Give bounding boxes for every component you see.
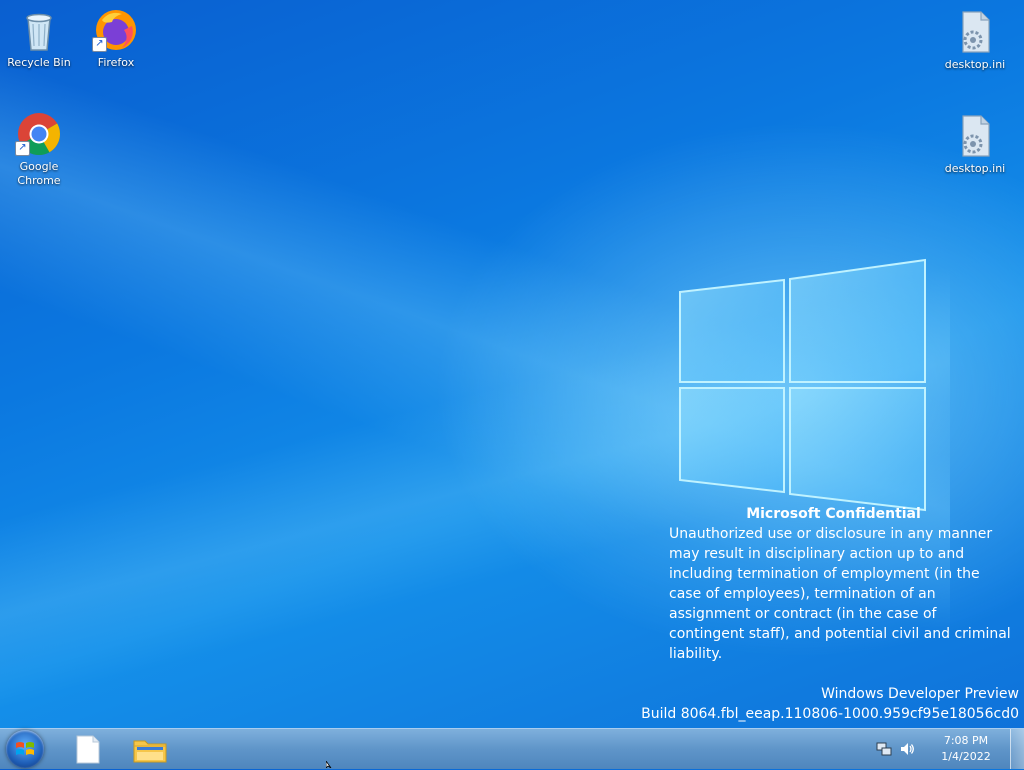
firefox-icon: ↗ (92, 6, 140, 54)
file-explorer-icon (133, 740, 167, 763)
desktop-icon-recycle-bin[interactable]: Recycle Bin (1, 6, 77, 70)
recycle-bin-icon (15, 6, 63, 54)
clock-time: 7:08 PM (943, 734, 989, 747)
desktop-icon-label: Recycle Bin (7, 56, 71, 69)
confidential-body: Unauthorized use or disclosure in any ma… (669, 526, 1011, 662)
confidential-notice: Microsoft Confidential Unauthorized use … (669, 504, 1014, 664)
volume-icon[interactable] (899, 741, 915, 757)
mouse-cursor-icon (326, 761, 332, 768)
windows-logo-wallpaper (679, 258, 926, 512)
desktop-icon-desktop-ini[interactable]: desktop.ini (937, 112, 1013, 176)
build-label: Build 8064.fbl_eeap.110806-1000.959cf95e… (641, 706, 1019, 722)
taskbar-clock[interactable]: 7:08 PM 1/4/2022 (934, 733, 998, 765)
shortcut-arrow-icon: ↗ (92, 37, 107, 52)
desktop-icon-label: desktop.ini (944, 162, 1006, 175)
settings-file-icon (951, 112, 999, 160)
settings-file-icon (951, 8, 999, 56)
document-icon (76, 735, 100, 764)
desktop-icon-firefox[interactable]: ↗ Firefox (78, 6, 154, 70)
build-watermark: Windows Developer Preview Build 8064.fbl… (641, 684, 1019, 724)
clock-date: 1/4/2022 (941, 750, 991, 763)
desktop-icon-label: desktop.ini (944, 58, 1006, 71)
taskbar: 7:08 PM 1/4/2022 (0, 728, 1024, 769)
edition-label: Windows Developer Preview (821, 686, 1019, 702)
desktop-icon-label: Firefox (97, 56, 135, 69)
desktop-icon-desktop-ini[interactable]: desktop.ini (937, 8, 1013, 72)
taskbar-file-explorer-button[interactable] (128, 733, 172, 765)
start-button[interactable] (6, 730, 44, 768)
show-desktop-button[interactable] (1010, 729, 1024, 769)
network-icon[interactable] (876, 741, 892, 757)
chrome-icon: ↗ (15, 110, 63, 158)
desktop-icon-label: Google Chrome (17, 160, 61, 187)
desktop-icon-google-chrome[interactable]: ↗ Google Chrome (1, 110, 77, 188)
taskbar-document-button[interactable] (66, 733, 110, 765)
shortcut-arrow-icon: ↗ (15, 141, 30, 156)
confidential-title: Microsoft Confidential (746, 506, 921, 522)
windows-flag-icon (16, 742, 34, 755)
